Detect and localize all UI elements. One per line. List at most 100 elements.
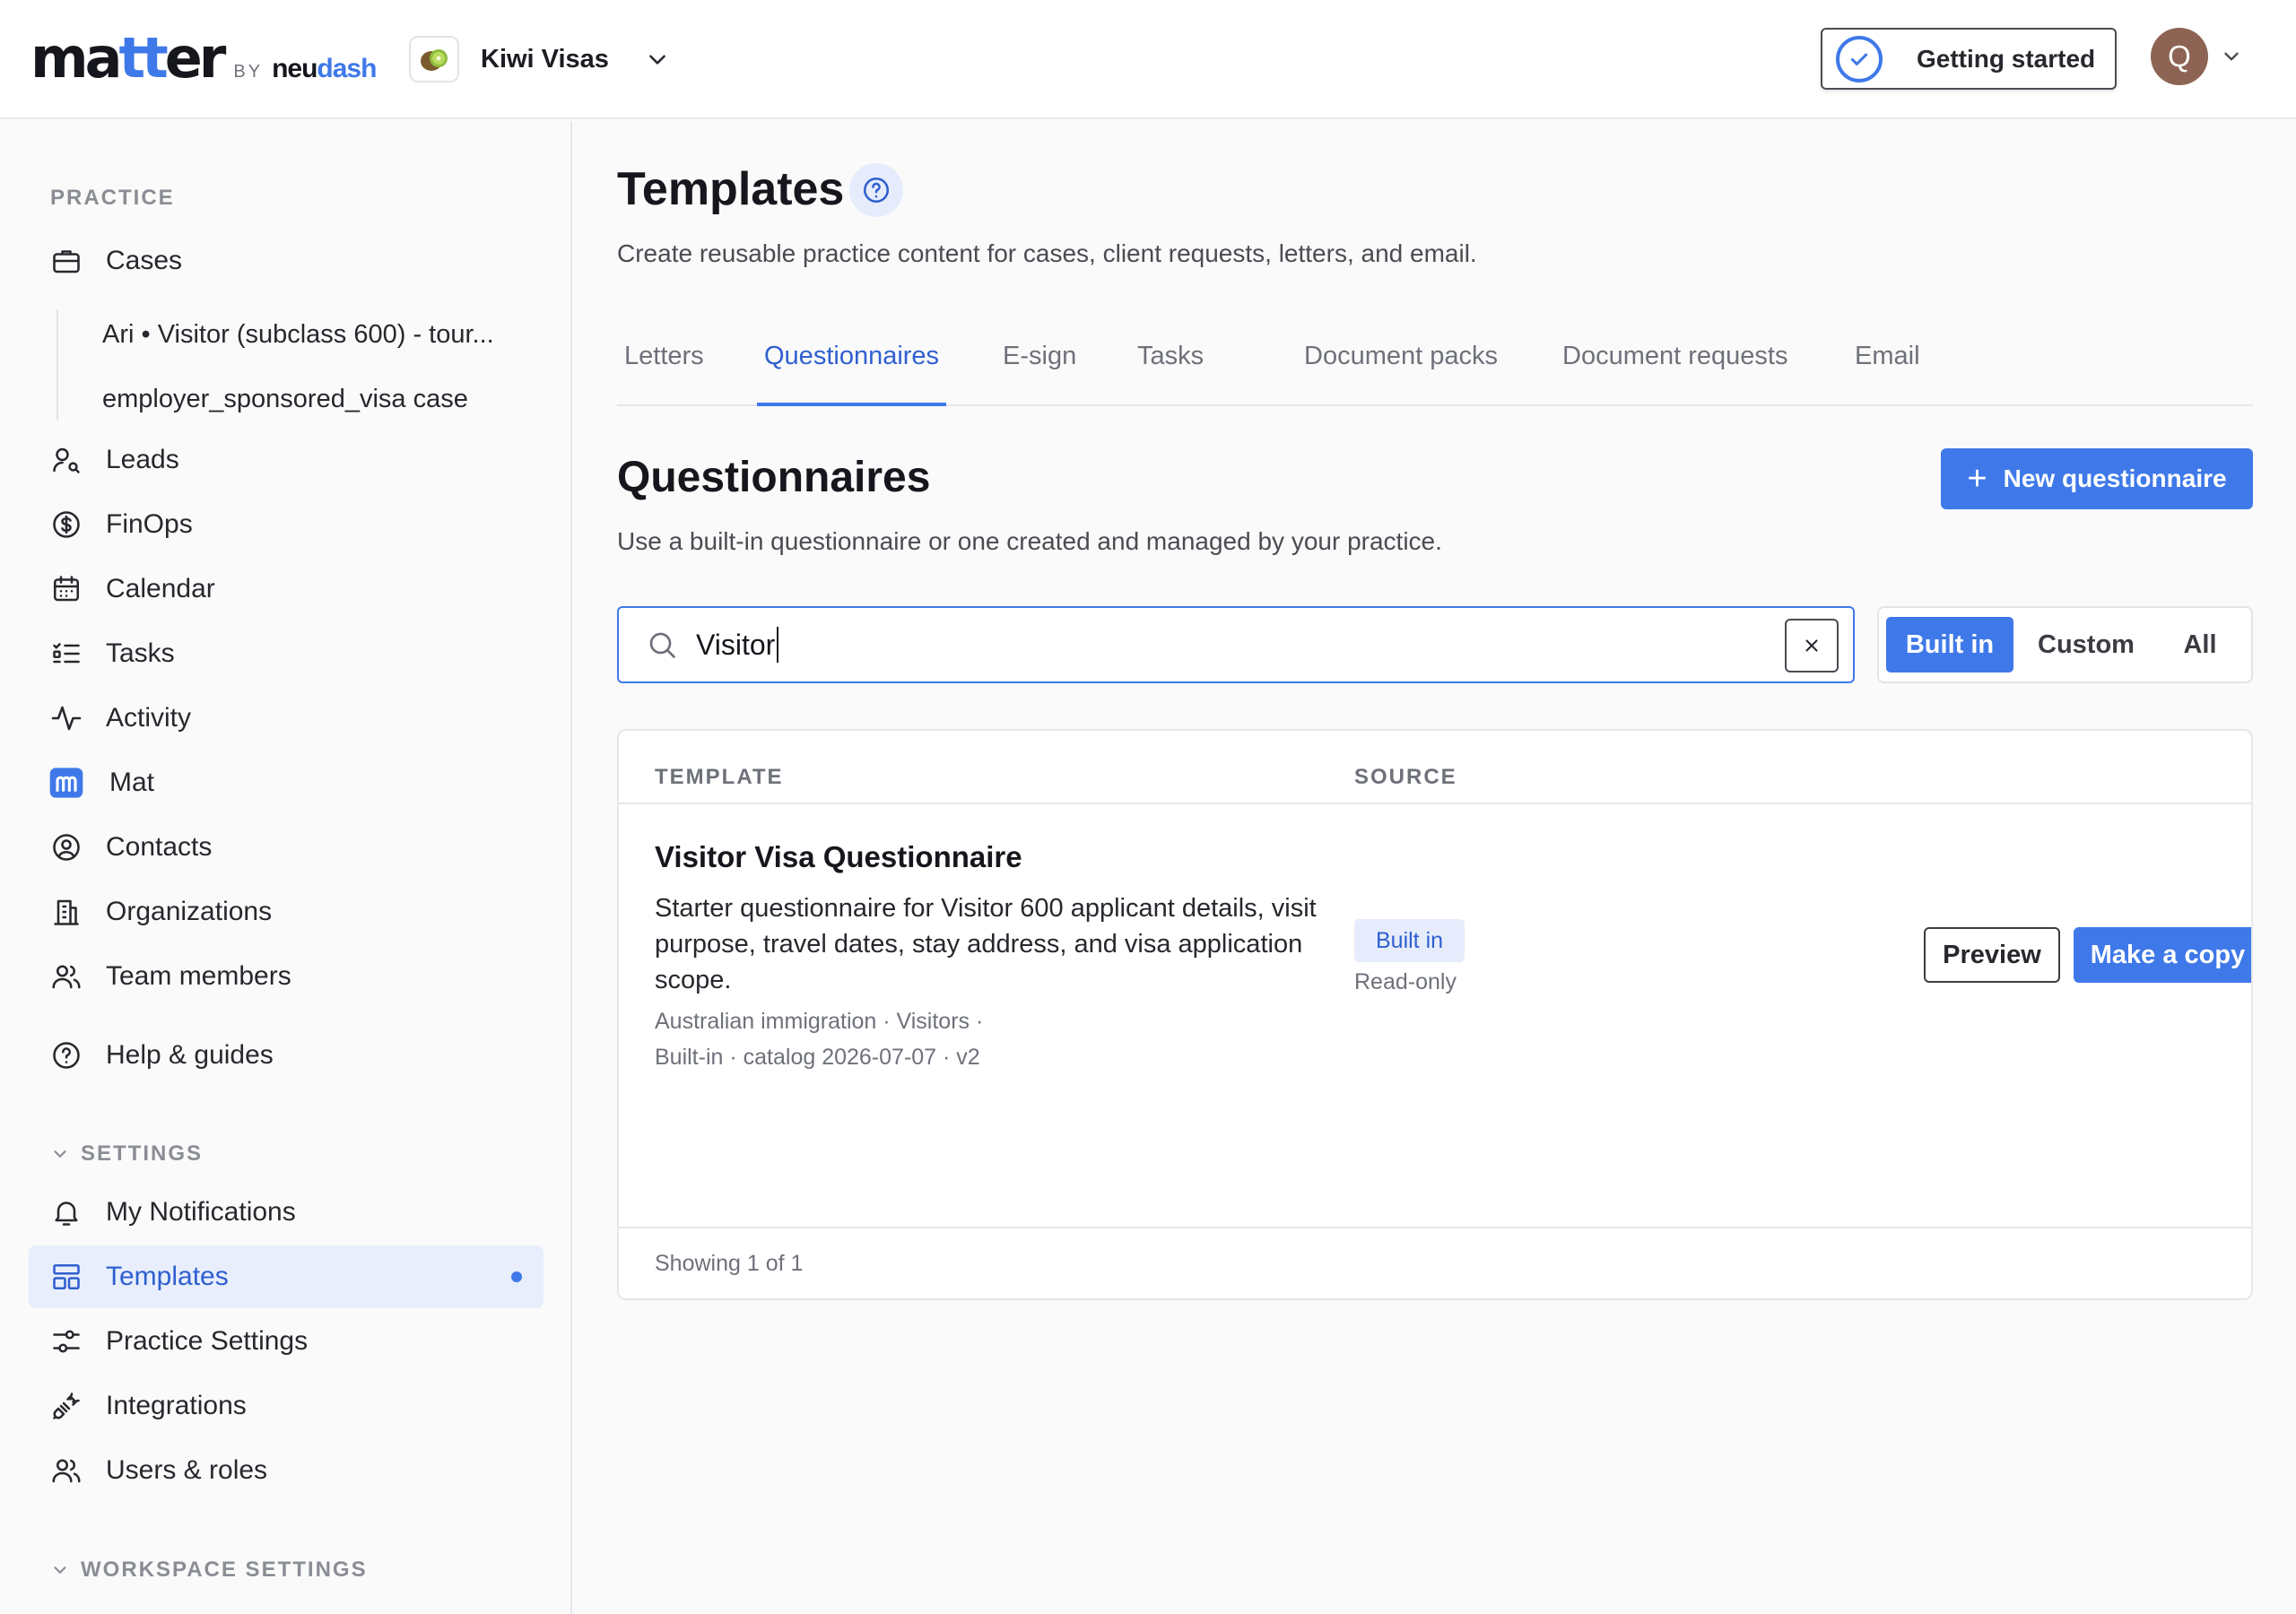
tab-document-packs[interactable]: Document packs [1304, 327, 1498, 406]
contact-circle-icon [48, 829, 84, 865]
sidebar-item-team-members[interactable]: Team members [29, 945, 544, 1008]
new-questionnaire-button[interactable]: + New questionnaire [1941, 448, 2253, 509]
logo-neu: neu [272, 54, 317, 83]
preview-button[interactable]: Preview [1924, 927, 2060, 983]
tab-email[interactable]: Email [1855, 327, 1920, 406]
filter-all[interactable]: All [2157, 617, 2243, 672]
section-subtitle: Use a built-in questionnaire or one crea… [617, 527, 1442, 555]
task-list-icon [48, 636, 84, 672]
workspace-switcher[interactable]: Kiwi Visas [387, 23, 691, 95]
template-catalog-info: Built-in · catalog 2026-07-07 · v2 [655, 1045, 980, 1070]
chevron-down-icon [54, 1566, 66, 1575]
sidebar-item-organizations[interactable]: Organizations [29, 881, 544, 943]
template-description: Starter questionnaire for Visitor 600 ap… [655, 894, 1317, 994]
logo-dash: dash [317, 54, 377, 83]
sidebar-item-integrations[interactable]: Integrations [29, 1375, 544, 1437]
sidebar-item-practice-settings[interactable]: Practice Settings [29, 1310, 544, 1373]
getting-started-button[interactable]: Getting started [1821, 28, 2117, 90]
sidebar-item-label: Users & roles [106, 1455, 268, 1485]
dollar-circle-icon [48, 507, 84, 542]
calendar-icon [48, 571, 84, 607]
sidebar-item-finops[interactable]: FinOps [29, 493, 544, 556]
sidebar-item-templates[interactable]: Templates [29, 1245, 544, 1308]
sidebar-item-my-notifications[interactable]: My Notifications [29, 1181, 544, 1244]
sidebar-item-label: Calendar [106, 574, 215, 603]
column-header-source: SOURCE [1354, 765, 1457, 789]
help-circle-icon [48, 1037, 84, 1073]
recent-case-link[interactable]: employer_sponsored_visa case [102, 385, 468, 414]
close-icon [1805, 639, 1818, 652]
template-title[interactable]: Visitor Visa Questionnaire [655, 840, 1022, 874]
workspace-name: Kiwi Visas [481, 44, 609, 74]
sidebar-item-label: Practice Settings [106, 1326, 309, 1356]
matter-logo[interactable]: matter BY neudash [30, 25, 377, 91]
section-title: Questionnaires [617, 454, 931, 501]
sidebar: PRACTICE Cases Ari • Visitor (subclass 6… [0, 121, 572, 1614]
question-circle-icon [863, 177, 890, 204]
search-value[interactable]: Visitor [696, 627, 779, 663]
sidebar-item-help[interactable]: Help & guides [29, 1024, 544, 1087]
sidebar-item-tasks[interactable]: Tasks [29, 622, 544, 685]
sidebar-item-label: Templates [106, 1262, 229, 1291]
sidebar-item-contacts[interactable]: Contacts [29, 816, 544, 879]
tab-letters[interactable]: Letters [624, 327, 704, 406]
sidebar-item-label: Tasks [106, 638, 175, 668]
briefcase-icon [48, 243, 84, 279]
tab-tasks[interactable]: Tasks [1137, 327, 1204, 406]
page-title: Templates [617, 163, 845, 215]
top-bar: matter BY neudash Kiwi Visas Getting sta… [0, 0, 2296, 119]
section-label-workspace-settings[interactable]: WORKSPACE SETTINGS [50, 1558, 368, 1583]
column-header-template: TEMPLATE [655, 765, 784, 789]
sidebar-item-activity[interactable]: Activity [29, 687, 544, 750]
sidebar-item-calendar[interactable]: Calendar [29, 558, 544, 620]
results-count: Showing 1 of 1 [655, 1251, 804, 1276]
avatar[interactable]: Q [2151, 28, 2208, 85]
settings-label: SETTINGS [81, 1141, 204, 1166]
getting-started-label: Getting started [1917, 44, 2096, 73]
chevron-down-icon [54, 1150, 66, 1158]
chevron-down-icon [649, 55, 665, 65]
template-icon [48, 1259, 84, 1295]
template-tags: Australian immigration · Visitors · [655, 1009, 984, 1034]
page-subtitle: Create reusable practice content for cas… [617, 239, 1477, 267]
team-icon [48, 959, 84, 994]
logo-wordmark: matter [30, 25, 226, 91]
chevron-down-icon[interactable] [2220, 45, 2243, 68]
sidebar-item-label: Leads [106, 445, 179, 474]
plus-icon: + [1967, 460, 1987, 498]
tab-document-requests[interactable]: Document requests [1562, 327, 1787, 406]
kiwi-fruit-icon [409, 36, 459, 82]
users-icon [48, 1453, 84, 1488]
sidebar-item-users-roles[interactable]: Users & roles [29, 1439, 544, 1502]
recent-case-link[interactable]: Ari • Visitor (subclass 600) - tour... [102, 320, 494, 350]
sidebar-item-cases[interactable]: Cases [29, 230, 544, 292]
make-a-copy-button[interactable]: Make a copy [2074, 927, 2251, 983]
workspace-settings-label: WORKSPACE SETTINGS [81, 1558, 368, 1582]
new-questionnaire-label: New questionnaire [2003, 464, 2227, 492]
plug-icon [48, 1388, 84, 1424]
tab-e-sign[interactable]: E-sign [1003, 327, 1076, 406]
sidebar-item-mat[interactable]: Mat [29, 751, 544, 814]
mat-logo-icon [48, 765, 84, 801]
tab-questionnaires[interactable]: Questionnaires [757, 327, 947, 406]
sidebar-item-label: Mat [109, 768, 155, 797]
sliders-icon [48, 1323, 84, 1359]
activity-icon [48, 700, 84, 736]
sidebar-item-label: Organizations [106, 897, 273, 926]
sidebar-item-label: Team members [106, 961, 291, 991]
help-button[interactable] [849, 163, 903, 217]
filter-custom[interactable]: Custom [2024, 617, 2148, 672]
sidebar-item-label: Cases [106, 246, 183, 275]
sidebar-item-label: My Notifications [106, 1197, 296, 1227]
check-circle-icon [1836, 35, 1883, 82]
templates-table: TEMPLATE SOURCE Visitor Visa Questionnai… [617, 729, 2253, 1300]
filter-built-in[interactable]: Built in [1886, 617, 2013, 672]
section-label-settings[interactable]: SETTINGS [50, 1141, 203, 1167]
clear-search-button[interactable] [1785, 619, 1839, 672]
bell-icon [48, 1194, 84, 1230]
sidebar-item-label: Help & guides [106, 1040, 274, 1070]
source-note: Read-only [1354, 969, 1457, 994]
sidebar-item-leads[interactable]: Leads [29, 429, 544, 491]
logo-by: BY [233, 62, 264, 82]
search-input[interactable]: Visitor [617, 606, 1855, 683]
